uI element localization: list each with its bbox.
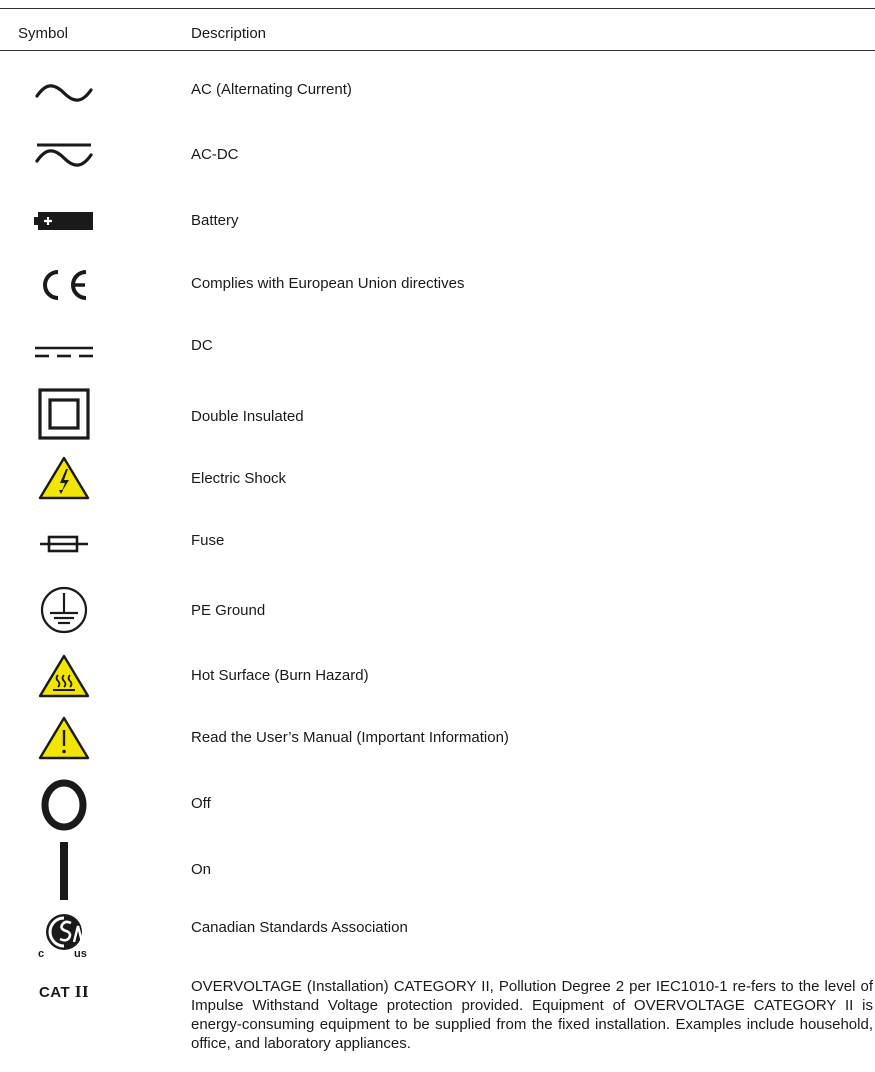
warning-icon bbox=[28, 714, 100, 762]
table-row: On bbox=[0, 838, 875, 902]
csa-us-text: us bbox=[74, 948, 87, 960]
table-row: Battery bbox=[0, 202, 875, 238]
table-row: PE Ground bbox=[0, 583, 875, 643]
ac-wave-icon bbox=[28, 80, 100, 106]
fuse-icon bbox=[28, 534, 100, 554]
electric-shock-icon bbox=[28, 454, 100, 502]
double-insulated-icon bbox=[28, 385, 100, 443]
table-row: AC (Alternating Current) bbox=[0, 72, 875, 112]
hot-surface-icon bbox=[28, 652, 100, 700]
table-row: Double Insulated bbox=[0, 385, 875, 445]
ce-mark-icon bbox=[28, 268, 100, 302]
description-text: DC bbox=[191, 337, 213, 354]
cat-ii-icon: CAT II bbox=[28, 979, 100, 1005]
on-icon bbox=[28, 842, 100, 900]
cat-numeral: II bbox=[74, 982, 90, 1001]
description-text: Read the User’s Manual (Important Inform… bbox=[191, 729, 509, 746]
description-text: Hot Surface (Burn Hazard) bbox=[191, 667, 369, 684]
description-text: OVERVOLTAGE (Installation) CATEGORY II, … bbox=[191, 978, 873, 1052]
description-text: Off bbox=[191, 795, 211, 812]
table-row: Off bbox=[0, 772, 875, 836]
cat-text: CAT bbox=[38, 984, 71, 1001]
table-row: c us Canadian Standards Association bbox=[0, 906, 875, 966]
pe-ground-icon bbox=[28, 583, 100, 637]
description-text: AC-DC bbox=[191, 146, 239, 163]
description-text: Electric Shock bbox=[191, 470, 287, 487]
table-row: DC bbox=[0, 330, 875, 370]
description-text: Double Insulated bbox=[191, 408, 304, 425]
battery-icon bbox=[28, 208, 100, 234]
table-row: Fuse bbox=[0, 522, 875, 562]
description-text: On bbox=[191, 861, 212, 878]
off-icon bbox=[28, 776, 100, 834]
dc-icon bbox=[28, 342, 100, 362]
description-text: PE Ground bbox=[191, 602, 266, 619]
description-text: Fuse bbox=[191, 532, 225, 549]
table-row: Complies with European Union directives bbox=[0, 262, 875, 306]
symbol-column-header: Symbol bbox=[18, 25, 69, 42]
description-text: Battery bbox=[191, 212, 239, 229]
table-row: Electric Shock bbox=[0, 452, 875, 508]
csa-icon: c us bbox=[28, 908, 100, 964]
description-text: Canadian Standards Association bbox=[191, 919, 408, 936]
description-text: Complies with European Union directives bbox=[191, 275, 465, 292]
table-row: Read the User’s Manual (Important Inform… bbox=[0, 712, 875, 768]
description-column-header: Description bbox=[191, 25, 267, 42]
header-rule bbox=[0, 50, 875, 51]
ac-dc-icon bbox=[28, 137, 100, 173]
table-row: CAT II OVERVOLTAGE (Installation) CATEGO… bbox=[0, 977, 875, 1069]
table-row: Hot Surface (Burn Hazard) bbox=[0, 648, 875, 704]
top-rule bbox=[0, 8, 875, 9]
table-row: AC-DC bbox=[0, 135, 875, 175]
csa-c-text: c bbox=[38, 948, 45, 960]
description-text: AC (Alternating Current) bbox=[191, 81, 352, 98]
